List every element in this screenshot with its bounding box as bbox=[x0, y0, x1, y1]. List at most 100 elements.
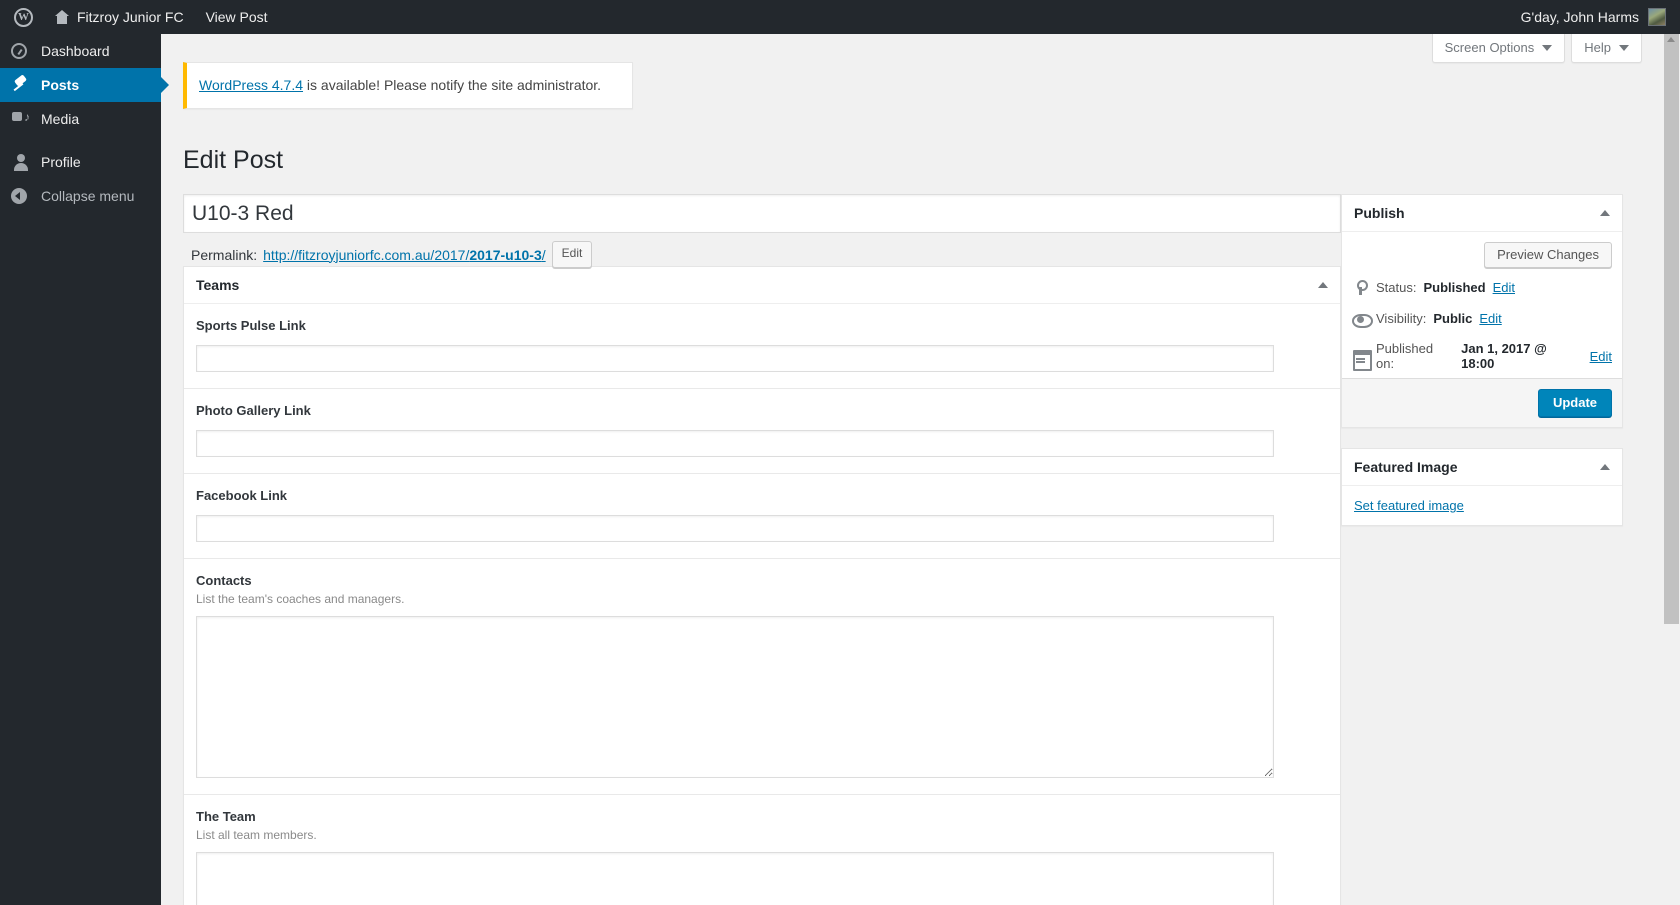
screen-meta-links: Screen Options Help bbox=[1431, 34, 1642, 63]
visibility-value: Public bbox=[1433, 311, 1473, 326]
page-scrollbar[interactable] bbox=[1663, 34, 1680, 905]
minor-publishing-actions: Preview Changes bbox=[1342, 232, 1622, 272]
permalink-base: http://fitzroyjuniorfc.com.au/2017/ bbox=[263, 246, 470, 263]
sidebar-item-label: Collapse menu bbox=[41, 188, 135, 204]
field-the-team: The Team List all team members. bbox=[184, 795, 1340, 905]
screen-options-button[interactable]: Screen Options bbox=[1431, 34, 1566, 63]
calendar-icon bbox=[1352, 348, 1372, 371]
site-name-menu[interactable]: Fitzroy Junior FC bbox=[43, 0, 195, 34]
field-label: Facebook Link bbox=[196, 488, 288, 503]
chevron-down-icon bbox=[1542, 44, 1553, 51]
wordpress-logo-button[interactable] bbox=[0, 0, 43, 34]
teams-metabox: Teams Sports Pulse Link Photo Gallery Li… bbox=[183, 266, 1341, 905]
update-notice-text: is available! Please notify the site adm… bbox=[303, 77, 602, 93]
facebook-link-input[interactable] bbox=[196, 515, 1274, 542]
teams-metabox-header[interactable]: Teams bbox=[184, 267, 1340, 304]
admin-bar: Fitzroy Junior FC View Post G'day, John … bbox=[0, 0, 1680, 34]
admin-content-area: Screen Options Help WordPress 4.7.4 is a… bbox=[161, 34, 1663, 905]
featured-image-metabox-title: Featured Image bbox=[1354, 459, 1458, 475]
sidebar-item-collapse-menu[interactable]: Collapse menu bbox=[0, 179, 161, 213]
toggle-collapse-icon[interactable] bbox=[1600, 210, 1610, 216]
field-contacts: Contacts List the team's coaches and man… bbox=[184, 559, 1340, 795]
contacts-textarea[interactable] bbox=[196, 616, 1274, 778]
permalink-label: Permalink: bbox=[191, 246, 258, 263]
view-post-link[interactable]: View Post bbox=[195, 0, 279, 34]
photo-gallery-link-input[interactable] bbox=[196, 430, 1274, 457]
scroll-up-arrow-icon[interactable] bbox=[1667, 37, 1675, 42]
edit-status-link[interactable]: Edit bbox=[1493, 280, 1515, 295]
publish-metabox-title: Publish bbox=[1354, 205, 1405, 221]
wordpress-logo-icon bbox=[14, 7, 33, 27]
field-sports-pulse-link: Sports Pulse Link bbox=[184, 304, 1340, 389]
edit-published-date-link[interactable]: Edit bbox=[1590, 349, 1612, 364]
page-title: Edit Post bbox=[183, 146, 284, 174]
permalink-tail: / bbox=[541, 246, 546, 263]
view-post-label: View Post bbox=[205, 9, 268, 25]
post-body-content: Permalink: http://fitzroyjuniorfc.com.au… bbox=[183, 194, 1341, 905]
wordpress-update-link[interactable]: WordPress 4.7.4 bbox=[199, 77, 303, 93]
field-description: List all team members. bbox=[196, 828, 317, 842]
edit-permalink-button[interactable]: Edit bbox=[551, 241, 593, 268]
preview-changes-button[interactable]: Preview Changes bbox=[1484, 242, 1612, 268]
media-icon bbox=[11, 109, 31, 129]
sports-pulse-link-input[interactable] bbox=[196, 345, 1274, 372]
featured-image-inner: Set featured image bbox=[1342, 486, 1622, 525]
home-icon bbox=[54, 9, 70, 25]
publish-status-row: Status: Published Edit bbox=[1342, 272, 1622, 303]
status-value: Published bbox=[1423, 280, 1486, 295]
update-notice: WordPress 4.7.4 is available! Please not… bbox=[183, 62, 633, 109]
field-label: Photo Gallery Link bbox=[196, 403, 311, 418]
publish-visibility-row: Visibility: Public Edit bbox=[1342, 303, 1622, 334]
status-label: Status: bbox=[1376, 280, 1417, 295]
sidebar-item-profile[interactable]: Profile bbox=[0, 145, 161, 179]
publish-metabox-header[interactable]: Publish bbox=[1342, 195, 1622, 232]
update-button[interactable]: Update bbox=[1537, 389, 1612, 417]
sidebar-item-label: Profile bbox=[41, 154, 81, 170]
admin-bar-account[interactable]: G'day, John Harms bbox=[1521, 8, 1680, 26]
sidebar-item-dashboard[interactable]: Dashboard bbox=[0, 34, 161, 68]
sidebar-item-label: Media bbox=[41, 111, 80, 127]
site-name-label: Fitzroy Junior FC bbox=[77, 9, 184, 25]
user-icon bbox=[11, 152, 31, 172]
permalink-slug: 2017-u10-3 bbox=[469, 246, 542, 263]
edit-visibility-link[interactable]: Edit bbox=[1479, 311, 1501, 326]
major-publishing-actions: Update bbox=[1342, 378, 1622, 427]
dashboard-icon bbox=[11, 41, 31, 61]
set-featured-image-link[interactable]: Set featured image bbox=[1354, 498, 1464, 513]
featured-image-metabox: Featured Image Set featured image bbox=[1341, 448, 1623, 526]
sidebar-item-posts[interactable]: Posts bbox=[0, 68, 169, 102]
the-team-textarea[interactable] bbox=[196, 852, 1274, 905]
post-title-input[interactable] bbox=[183, 194, 1341, 233]
featured-image-metabox-header[interactable]: Featured Image bbox=[1342, 449, 1622, 486]
sidebar-item-label: Dashboard bbox=[41, 43, 110, 59]
admin-sidebar-menu: Dashboard Posts Media Profile Collapse m… bbox=[0, 34, 169, 905]
screen-options-label: Screen Options bbox=[1444, 40, 1535, 55]
pin-icon bbox=[11, 75, 31, 95]
permalink-link[interactable]: http://fitzroyjuniorfc.com.au/2017/2017-… bbox=[263, 247, 546, 263]
toggle-collapse-icon[interactable] bbox=[1600, 464, 1610, 470]
published-on-label: Published on: bbox=[1376, 341, 1434, 371]
help-label: Help bbox=[1584, 40, 1611, 55]
scrollbar-thumb[interactable] bbox=[1664, 34, 1679, 624]
sidebar-item-media[interactable]: Media bbox=[0, 102, 161, 136]
field-facebook-link: Facebook Link bbox=[184, 474, 1340, 559]
field-label: Contacts bbox=[196, 573, 252, 588]
avatar bbox=[1648, 8, 1666, 26]
menu-separator bbox=[0, 136, 161, 145]
help-button[interactable]: Help bbox=[1571, 34, 1642, 63]
field-photo-gallery-link: Photo Gallery Link bbox=[184, 389, 1340, 474]
field-label: The Team bbox=[196, 809, 256, 824]
permalink-row: Permalink: http://fitzroyjuniorfc.com.au… bbox=[183, 233, 1341, 268]
post-sidebar-column: Publish Preview Changes Status: Publishe… bbox=[1341, 194, 1623, 546]
published-on-value: Jan 1, 2017 @ 18:00 bbox=[1461, 341, 1547, 371]
toggle-collapse-icon[interactable] bbox=[1318, 282, 1328, 288]
publish-date-row: Published on: Jan 1, 2017 @ 18:00 Edit bbox=[1342, 334, 1622, 378]
teams-metabox-title: Teams bbox=[196, 277, 240, 293]
eye-icon bbox=[1352, 310, 1373, 328]
visibility-label: Visibility: bbox=[1376, 311, 1427, 326]
chevron-down-icon bbox=[1619, 44, 1629, 51]
publish-metabox: Publish Preview Changes Status: Publishe… bbox=[1341, 194, 1623, 428]
